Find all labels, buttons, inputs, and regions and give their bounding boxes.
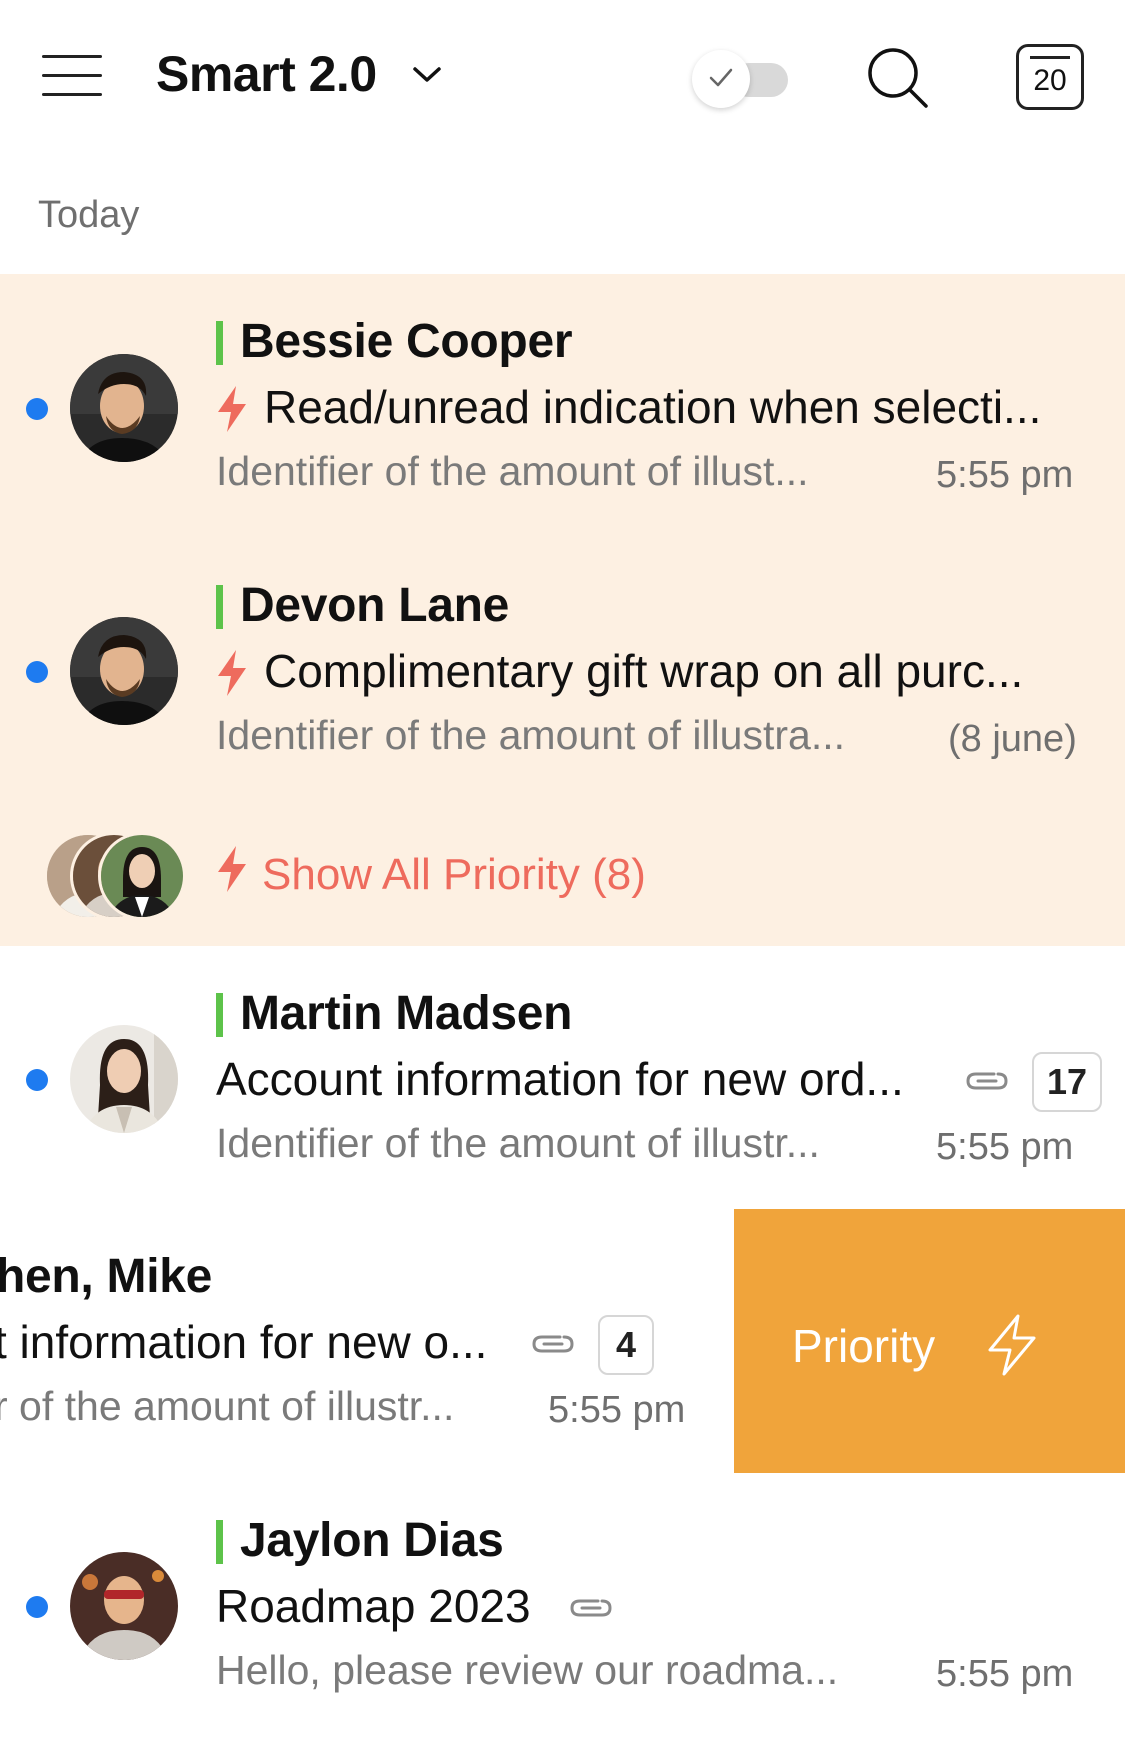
unread-dot (26, 1069, 48, 1091)
sender-name: Devon Lane (216, 578, 509, 633)
sender-name: Martin Madsen (216, 986, 572, 1041)
toggle-knob (692, 50, 750, 108)
check-icon (709, 68, 733, 87)
priority-avatar-stack (44, 832, 186, 920)
unread-dot (26, 398, 48, 420)
sender-name: Bessie Cooper (216, 314, 573, 369)
paperclip-icon (966, 1072, 1008, 1090)
avatar (70, 1552, 178, 1660)
email-time: 5:55 pm (548, 1389, 686, 1431)
sender-marker (216, 1520, 223, 1564)
chevron-down-icon (413, 67, 441, 82)
sender-marker (216, 585, 223, 629)
email-time: 5:55 pm (936, 454, 1074, 496)
lightning-icon (988, 1314, 1036, 1376)
calendar-icon[interactable]: 20 (1016, 44, 1084, 110)
email-row-devon-lane[interactable]: Devon Lane Complimentary gift wrap on al… (0, 538, 1125, 802)
email-row-martin-madsen[interactable]: Martin Madsen Account information for ne… (0, 946, 1125, 1209)
avatar (98, 832, 186, 920)
email-row-bessie-cooper[interactable]: Bessie Cooper Read/unread indication whe… (0, 274, 1125, 538)
email-row-jaylon-dias[interactable]: Jaylon Dias Roadmap 2023 Hello, please r… (0, 1473, 1125, 1753)
sender-name: Jaylon Dias (216, 1513, 504, 1568)
swipe-priority-label: Priority (792, 1320, 936, 1372)
email-subject: Read/unread indication when selecti... (264, 381, 1042, 433)
sender-name: hen, Mike (0, 1250, 213, 1303)
email-preview: r of the amount of illustr... (0, 1383, 455, 1429)
swipe-priority-button[interactable]: Priority (734, 1209, 1125, 1473)
avatar (70, 1025, 178, 1133)
lightning-icon (218, 650, 246, 696)
calendar-day: 20 (1033, 64, 1067, 97)
sender-marker (216, 993, 223, 1037)
unread-dot (26, 1596, 48, 1618)
mailbox-title: Smart 2.0 (156, 46, 377, 102)
mailbox-selector[interactable]: Smart 2.0 (156, 45, 441, 103)
thread-count-badge: 4 (598, 1315, 654, 1375)
avatar (70, 354, 178, 462)
email-time: 5:55 pm (936, 1653, 1074, 1695)
show-all-priority-link[interactable]: Show All Priority (8) (262, 850, 646, 900)
thread-count-badge: 17 (1032, 1052, 1102, 1112)
email-date: (8 june) (948, 718, 1077, 760)
lightning-icon (218, 386, 246, 432)
email-preview: Identifier of the amount of illustr... (216, 1120, 820, 1166)
email-subject: t information for new o... (0, 1316, 488, 1368)
unread-dot (26, 661, 48, 683)
paperclip-icon (570, 1599, 612, 1617)
lightning-icon (218, 846, 246, 892)
email-time: 5:55 pm (936, 1126, 1074, 1168)
email-subject: Roadmap 2023 (216, 1580, 531, 1632)
sender-marker (216, 321, 223, 365)
search-icon[interactable] (866, 46, 930, 110)
avatar (70, 617, 178, 725)
section-header-today: Today (38, 194, 140, 236)
email-preview: Hello, please review our roadma... (216, 1647, 839, 1693)
smart-toggle[interactable] (692, 50, 790, 108)
email-subject: Account information for new ord... (216, 1053, 904, 1105)
email-subject: Complimentary gift wrap on all purc... (264, 645, 1024, 697)
paperclip-icon (532, 1335, 574, 1353)
hamburger-menu-icon[interactable] (42, 55, 102, 97)
email-preview: Identifier of the amount of illust... (216, 448, 809, 494)
email-preview: Identifier of the amount of illustra... (216, 712, 845, 758)
